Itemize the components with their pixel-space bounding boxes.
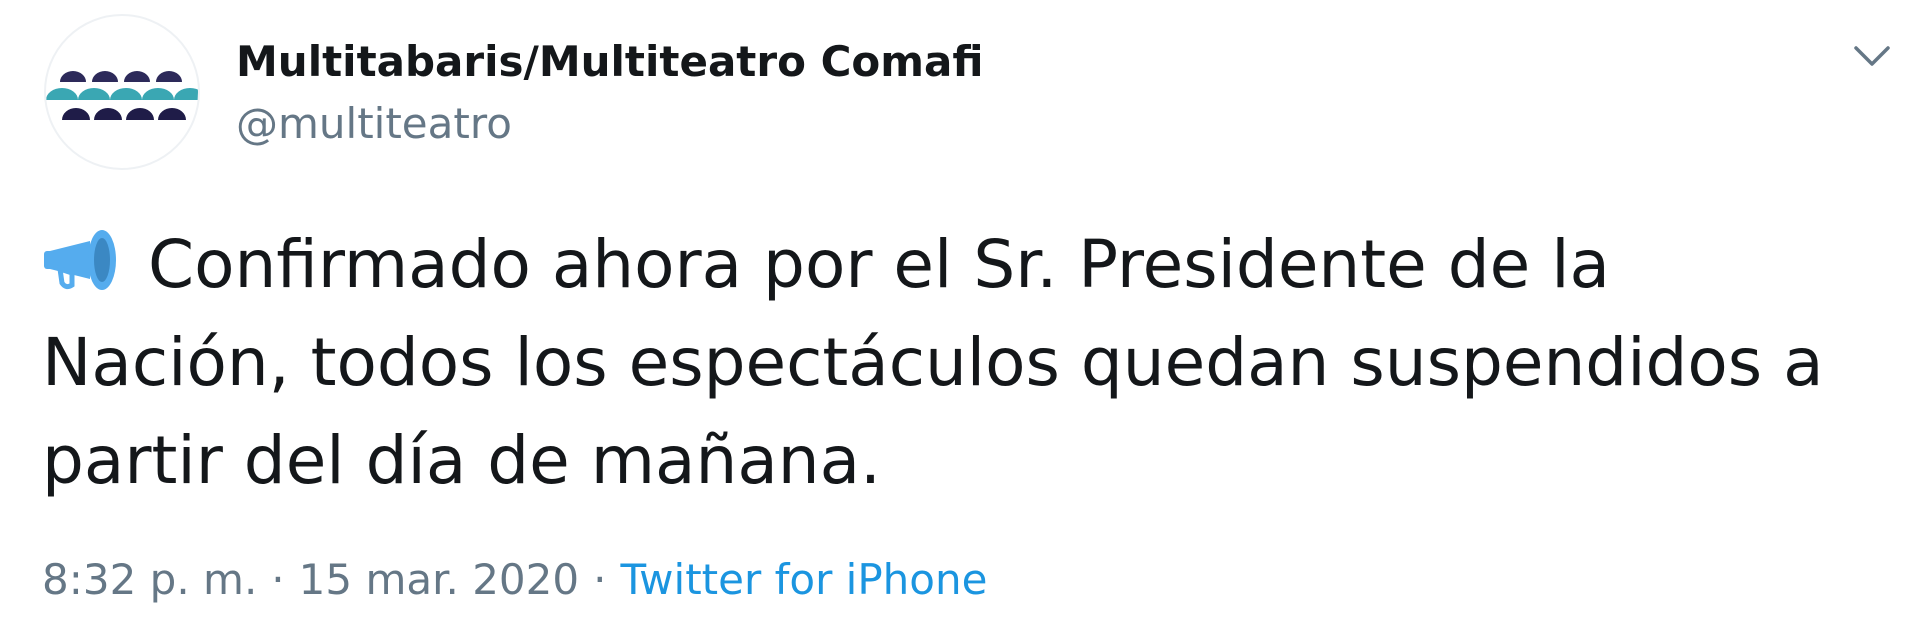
tweet-menu-button[interactable] (1848, 36, 1896, 76)
separator-dot: · (271, 555, 285, 604)
tweet-card: Multitabaris/Multiteatro Comafi @multite… (0, 0, 1920, 629)
display-name[interactable]: Multitabaris/Multiteatro Comafi (236, 34, 984, 90)
separator-dot: · (593, 555, 607, 604)
tweet-text-line-1: Confirmado ahora por el Sr. Presidente d… (42, 216, 1882, 314)
tweet-text-line-2: Nación, todos los espectáculos quedan su… (42, 324, 1824, 401)
chevron-down-icon (1854, 46, 1890, 66)
user-handle[interactable]: @multiteatro (236, 96, 512, 152)
tweet-metadata: 8:32 p. m. · 15 mar. 2020 · Twitter for iPho… (42, 552, 987, 608)
theater-seats-logo-icon (46, 71, 198, 120)
tweet-source-link[interactable]: Twitter for iPhone (620, 555, 987, 604)
tweet-text: Confirmado ahora por el Sr. Presidente d… (42, 216, 1882, 510)
tweet-time[interactable]: 8:32 p. m. (42, 555, 257, 604)
avatar[interactable] (44, 14, 200, 170)
tweet-text-line-3: partir del día de mañana. (42, 422, 882, 499)
tweet-text-line-1-content: Confirmado ahora por el Sr. Presidente d… (148, 226, 1610, 303)
megaphone-icon (44, 230, 116, 290)
tweet-date[interactable]: 15 mar. 2020 (299, 555, 579, 604)
